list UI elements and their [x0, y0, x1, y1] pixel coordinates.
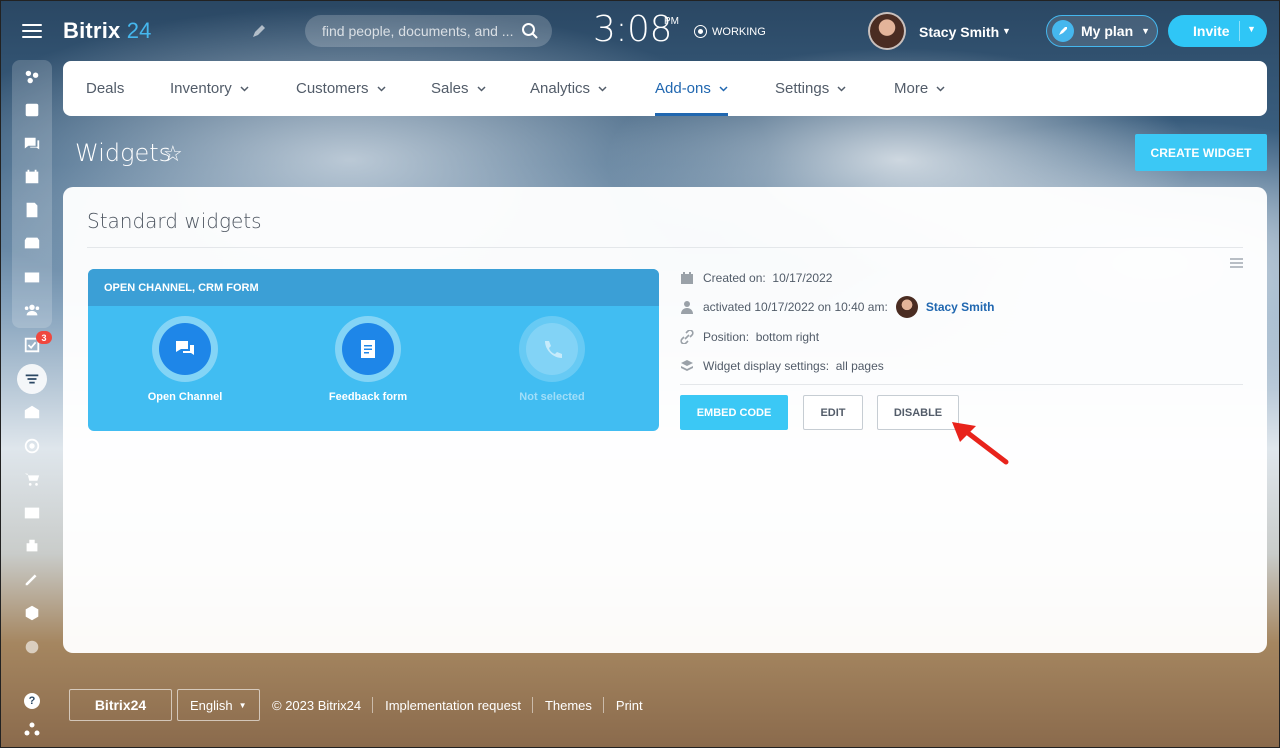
search-input[interactable]: find people, documents, and ...	[305, 15, 552, 47]
shop-icon[interactable]	[22, 469, 42, 489]
chevron-down-icon	[837, 85, 846, 92]
print-link[interactable]: Print	[616, 698, 643, 713]
footer-logo[interactable]: Bitrix24	[69, 689, 172, 721]
tab-customers[interactable]: Customers	[296, 61, 386, 116]
chat-bubbles-icon	[159, 323, 211, 375]
chevron-down-icon: ▼	[1141, 26, 1151, 36]
calendar-icon[interactable]	[22, 167, 42, 187]
footer: Bitrix24 English ▼ © 2023 Bitrix24 Implem…	[69, 689, 643, 721]
widget-menu-icon[interactable]	[1230, 258, 1243, 270]
drive-icon[interactable]	[22, 233, 42, 253]
display-settings-info: Widget display settings: all pages	[680, 359, 884, 373]
tab-sales[interactable]: Sales	[431, 61, 486, 116]
avatar[interactable]	[868, 12, 906, 50]
widget-item-feedback-form: Feedback form	[308, 316, 428, 403]
chevron-down-icon	[477, 85, 486, 92]
menu-icon[interactable]	[22, 24, 42, 40]
form-icon	[342, 323, 394, 375]
top-navigation: Deals Inventory Customers Sales Analytic…	[63, 61, 1267, 116]
left-sidebar: 3 ?	[0, 0, 64, 748]
more-icon[interactable]	[22, 637, 42, 657]
copyright: © 2023 Bitrix24	[272, 697, 362, 713]
widget-item-not-selected: Not selected	[492, 316, 612, 403]
widget-preview[interactable]: OPEN CHANNEL, CRM FORM Open Channel Feed…	[88, 269, 659, 431]
annotation-arrow-icon	[952, 422, 1009, 465]
clock-suffix: PM	[664, 16, 679, 27]
chevron-down-icon	[377, 85, 386, 92]
clock[interactable]: 3:08	[593, 9, 672, 50]
star-icon[interactable]: ☆	[163, 141, 183, 167]
implementation-request-link[interactable]: Implementation request	[385, 698, 521, 713]
network-icon[interactable]	[24, 722, 40, 736]
chevron-down-icon	[719, 85, 728, 92]
crm-icon[interactable]	[17, 364, 47, 394]
work-status[interactable]: WORKING	[694, 25, 766, 38]
company-icon[interactable]	[22, 402, 42, 422]
edit-button[interactable]: EDIT	[803, 395, 863, 430]
user-name[interactable]: Stacy Smith	[919, 24, 999, 40]
tasks-badge: 3	[36, 331, 52, 344]
tab-analytics[interactable]: Analytics	[530, 61, 607, 116]
inventory-icon[interactable]	[22, 603, 42, 623]
chevron-down-icon	[936, 85, 945, 92]
mail-icon[interactable]	[22, 267, 42, 287]
documents-icon[interactable]	[22, 200, 42, 220]
calendar-icon	[681, 272, 693, 284]
chevron-down-icon[interactable]: ▼	[1002, 26, 1011, 36]
workgroups-icon[interactable]	[22, 300, 42, 320]
help-icon[interactable]: ?	[24, 693, 40, 709]
widget-preview-header: OPEN CHANNEL, CRM FORM	[88, 269, 659, 306]
edit-pencil-icon[interactable]	[251, 23, 267, 39]
marketing-icon[interactable]	[22, 436, 42, 456]
embed-code-button[interactable]: EMBED CODE	[680, 395, 788, 430]
search-icon[interactable]	[521, 22, 539, 40]
divider	[680, 384, 1243, 385]
my-plan-button[interactable]: My plan ▼	[1046, 15, 1158, 47]
bitrix24-logo[interactable]: Bitrix 24	[63, 18, 152, 44]
status-icon	[694, 25, 707, 38]
tab-inventory[interactable]: Inventory	[170, 61, 249, 116]
layers-icon	[681, 360, 693, 371]
activity-stream-icon[interactable]	[22, 67, 42, 87]
chat-icon[interactable]	[22, 134, 42, 154]
avatar	[895, 296, 918, 318]
activated-info: activated 10/17/2022 on 10:40 am: Stacy …	[680, 296, 995, 318]
widget-item-open-channel: Open Channel	[125, 316, 245, 403]
divider	[87, 247, 1243, 248]
create-widget-button[interactable]: CREATE WIDGET	[1135, 134, 1267, 171]
sign-icon[interactable]	[22, 569, 42, 589]
chevron-down-icon	[598, 85, 607, 92]
created-info: Created on: 10/17/2022	[680, 271, 832, 285]
tab-deals[interactable]: Deals	[86, 61, 124, 116]
page-title: Widgets	[75, 139, 172, 167]
tab-add-ons[interactable]: Add-ons	[655, 61, 728, 116]
language-selector[interactable]: English ▼	[177, 689, 260, 721]
tab-more[interactable]: More	[894, 61, 945, 116]
user-icon	[681, 301, 693, 314]
activated-user-link[interactable]: Stacy Smith	[926, 300, 995, 314]
link-icon	[680, 330, 694, 344]
chevron-down-icon[interactable]: ▼	[1247, 24, 1256, 34]
contact-center-icon[interactable]	[22, 503, 42, 523]
card-title: Standard widgets	[87, 209, 262, 233]
standard-widgets-card: Standard widgets OPEN CHANNEL, CRM FORM …	[63, 187, 1267, 653]
automation-icon[interactable]	[22, 536, 42, 556]
tab-settings[interactable]: Settings	[775, 61, 846, 116]
phone-icon	[526, 323, 578, 375]
news-feed-icon[interactable]	[22, 100, 42, 120]
themes-link[interactable]: Themes	[545, 698, 592, 713]
invite-button[interactable]: Invite ▼	[1168, 15, 1267, 47]
chevron-down-icon: ▼	[238, 700, 247, 710]
chevron-down-icon	[240, 85, 249, 92]
position-info: Position: bottom right	[680, 330, 819, 344]
rocket-icon	[1052, 20, 1074, 42]
